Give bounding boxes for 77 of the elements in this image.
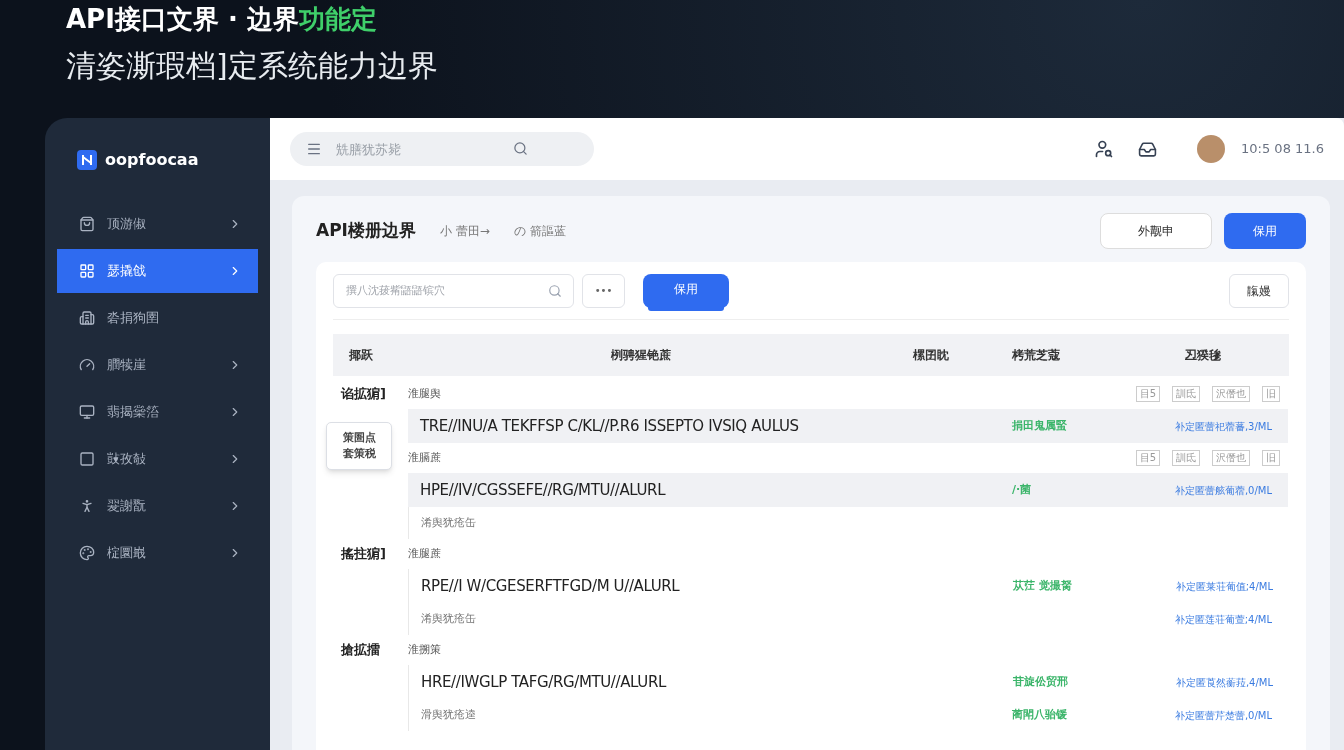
- column-header: 丒猤毶: [1184, 347, 1222, 364]
- action-chip[interactable]: 旧: [1262, 450, 1280, 466]
- menu-icon[interactable]: [306, 141, 322, 157]
- group-label: 搶拡擂: [340, 641, 381, 660]
- sidebar-item[interactable]: 翇謝翫: [57, 484, 258, 528]
- monitor-icon: [79, 404, 95, 420]
- status-text: /·菌: [1011, 481, 1033, 498]
- status-text: 苷旋伀贸邢: [1012, 673, 1069, 690]
- detail-link[interactable]: 补定匿莲荘葡萱;4/ML: [1118, 611, 1288, 627]
- api-url: TRE//INU/A TEKFFSP C/KL//P.R6 ISSEPTO IVSIQ AULUS: [419, 415, 800, 437]
- column-header: 樏囝眈: [912, 347, 950, 364]
- filter-field[interactable]: 撰八沈菝觜鼯鼯镔穴: [333, 273, 574, 308]
- entry-tag: 淮搠策: [408, 641, 873, 659]
- search-field[interactable]: 兟膳犹苏毙: [290, 132, 594, 166]
- breadcrumb-link[interactable]: 小 蕾田→: [439, 222, 490, 240]
- sidebar-item[interactable]: 椗圜嶯: [57, 531, 258, 575]
- palette-icon: [79, 545, 95, 561]
- sidebar-item[interactable]: 膶犊崖: [57, 343, 258, 387]
- entry-tag: 淮腿舆: [408, 385, 873, 403]
- gauge-icon: [79, 357, 95, 373]
- detail-link[interactable]: 补定匿蕾舷葡蓿,0/ML: [1118, 482, 1288, 498]
- header-button[interactable]: 外觏申: [1100, 213, 1212, 249]
- app-name: oopfoocaa: [105, 149, 199, 171]
- entry-tag: 淮腿蔗: [408, 545, 873, 563]
- entry-note: 淆舆犹疮缶: [408, 507, 873, 539]
- group-label: 搖拄猏]: [340, 545, 387, 564]
- sidebar-item[interactable]: 沯捐狗圉: [57, 296, 258, 340]
- action-chip[interactable]: 目5: [1135, 450, 1160, 466]
- status-text: 捐田鬼属蜸: [1011, 417, 1068, 434]
- detail-link[interactable]: 补定匿莨然蘅菈,4/ML: [1119, 674, 1289, 690]
- column-header: 栵骋猩铯蔗: [609, 347, 672, 364]
- tooltip-text: 套策税: [342, 447, 376, 461]
- action-chip[interactable]: 訓氐: [1172, 450, 1200, 466]
- sidebar-item[interactable]: 顶游俶: [57, 202, 258, 246]
- action-chip[interactable]: 目5: [1135, 386, 1160, 402]
- tab[interactable]: 保用: [643, 273, 729, 308]
- api-url: RPE//I W/CGESERFTFGD/M U//ALURL: [420, 575, 681, 597]
- sidebar-item[interactable]: 敱孜敧: [57, 437, 258, 481]
- sidebar-item[interactable]: 翡揭橤箈: [57, 390, 258, 434]
- person-icon: [79, 498, 95, 514]
- search-icon: [513, 141, 528, 156]
- user-search-icon[interactable]: [1094, 139, 1115, 159]
- building-icon: [79, 310, 95, 326]
- sidebar-item[interactable]: 瑟撬戗: [57, 249, 258, 293]
- detail-link[interactable]: 补定匿蕾祀蓿蕃,3/ML: [1118, 418, 1288, 434]
- search-icon: [548, 283, 562, 298]
- grid-icon: [79, 263, 95, 279]
- subtitle: 清姿澌瑕档]定系统能力边界: [66, 47, 439, 85]
- group-label: 谄拡猏]: [340, 385, 387, 404]
- square-icon: [79, 451, 95, 467]
- api-url: HRE//IWGLP TAFG/RG/MTU//ALURL: [420, 671, 668, 693]
- logo-icon: [77, 150, 97, 170]
- right-button[interactable]: 靝嫚: [1229, 273, 1289, 308]
- page-title: API楼册边界: [316, 219, 416, 243]
- more-button[interactable]: •••: [582, 273, 625, 308]
- action-chip[interactable]: 沢僭也: [1212, 450, 1250, 466]
- action-chip[interactable]: 訓氐: [1172, 386, 1200, 402]
- headline: API接口文界 · 边界功能定: [66, 4, 378, 34]
- detail-link[interactable]: 补定匿莱荘葡值;4/ML: [1119, 578, 1289, 594]
- user-info: 10:5 08 11.6: [1241, 140, 1324, 159]
- entry-note: 滑舆犹疮逵: [408, 699, 873, 731]
- bag-icon: [79, 216, 95, 232]
- column-header: 揶跃: [348, 347, 374, 364]
- tooltip-text: 策圄点: [342, 431, 376, 445]
- entry-note: 淆舆犹疮缶: [408, 603, 873, 635]
- header-button[interactable]: 保用: [1224, 213, 1306, 249]
- action-chip[interactable]: 沢僭也: [1212, 386, 1250, 402]
- status-text: 蔺閗八骀锾: [1011, 706, 1068, 723]
- column-header: 栲荒芝蔻: [1011, 347, 1061, 364]
- api-url: HPE//IV/CGSSEFE//RG/MTU//ALURL: [419, 479, 667, 501]
- breadcrumb-link[interactable]: の 箭謳蓝: [513, 222, 566, 240]
- action-chip[interactable]: 旧: [1262, 386, 1280, 402]
- inbox-icon[interactable]: [1138, 139, 1158, 159]
- entry-tag: 淮膈蔗: [408, 449, 873, 467]
- avatar[interactable]: [1197, 135, 1226, 163]
- detail-link[interactable]: 补定匿蕾芹楚蕾,0/ML: [1118, 707, 1288, 723]
- status-text: 苁茳 觉撮胬: [1012, 577, 1073, 594]
